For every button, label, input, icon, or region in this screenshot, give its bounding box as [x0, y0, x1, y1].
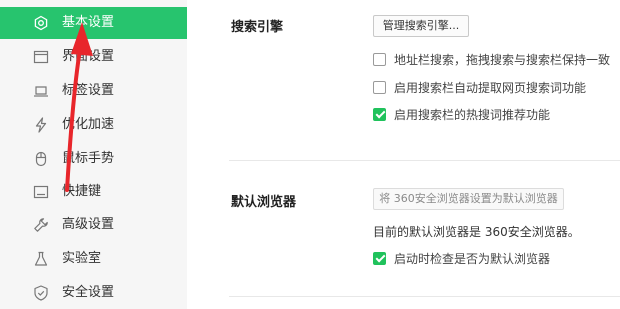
sidebar-item-label: 安全设置: [62, 285, 115, 300]
sidebar-item-lab[interactable]: 实验室: [0, 243, 187, 275]
lightning-icon: [33, 117, 49, 133]
default-browser-status: 目前的默认浏览器是 360安全浏览器。: [373, 225, 580, 239]
checkbox[interactable]: [373, 52, 386, 66]
option-address-bar-search-sync[interactable]: 地址栏搜索，拖拽搜索与搜索栏保持一致: [373, 51, 610, 67]
option-label: 启动时检查是否为默认浏览器: [394, 251, 551, 266]
sidebar-item-label: 实验室: [62, 251, 102, 266]
sidebar-item-label: 鼠标手势: [62, 151, 115, 166]
sidebar-item-mouse-gestures[interactable]: 鼠标手势: [0, 143, 187, 175]
sidebar-item-label: 标签设置: [62, 83, 115, 98]
sidebar-item-tab-settings[interactable]: 标签设置: [0, 75, 187, 107]
checkbox[interactable]: [373, 80, 386, 94]
option-label: 启用搜索栏自动提取网页搜索词功能: [394, 80, 587, 95]
section-divider: [229, 296, 620, 297]
sidebar-item-interface-settings[interactable]: 界面设置: [0, 41, 187, 73]
sidebar-item-label: 界面设置: [62, 49, 115, 64]
search-engine-title: 搜索引擎: [231, 20, 284, 35]
sidebar-item-shortcuts[interactable]: 快捷键: [0, 176, 187, 208]
option-label: 地址栏搜索，拖拽搜索与搜索栏保持一致: [394, 52, 611, 67]
sidebar-item-label: 基本设置: [62, 15, 115, 30]
sidebar-item-advanced-settings[interactable]: 高级设置: [0, 209, 187, 241]
sidebar-item-optimize-speed[interactable]: 优化加速: [0, 109, 187, 141]
sidebar-item-security-settings[interactable]: 安全设置: [0, 277, 187, 309]
option-auto-extract-search-words[interactable]: 启用搜索栏自动提取网页搜索词功能: [373, 79, 586, 95]
checkbox-checked[interactable]: [373, 251, 386, 265]
sidebar-item-label: 高级设置: [62, 217, 115, 232]
section-divider: [229, 160, 620, 161]
tab-icon: [33, 83, 49, 99]
mouse-icon: [33, 151, 49, 167]
sidebar-item-label: 快捷键: [62, 184, 102, 199]
shield-icon: [33, 285, 49, 301]
manage-search-engines-button[interactable]: 管理搜索引擎...: [373, 15, 469, 37]
window-icon: [33, 49, 49, 65]
gear-icon: [33, 15, 49, 31]
option-startup-check-default[interactable]: 启动时检查是否为默认浏览器: [373, 250, 550, 266]
flask-icon: [33, 251, 49, 267]
option-hot-search-recommend[interactable]: 启用搜索栏的热搜词推荐功能: [373, 106, 550, 122]
sidebar-item-basic-settings[interactable]: 基本设置: [0, 7, 187, 39]
set-default-browser-button[interactable]: 将 360安全浏览器设置为默认浏览器: [373, 188, 564, 210]
settings-sidebar: 基本设置 界面设置 标签设置 优化加速 鼠标手势 快捷键 高级设置 实验室 安全…: [0, 0, 187, 309]
option-label: 启用搜索栏的热搜词推荐功能: [394, 107, 551, 122]
default-browser-title: 默认浏览器: [231, 195, 297, 210]
checkbox-checked[interactable]: [373, 107, 386, 121]
wrench-icon: [33, 217, 49, 233]
keyboard-icon: [33, 184, 49, 200]
sidebar-item-label: 优化加速: [62, 117, 115, 132]
